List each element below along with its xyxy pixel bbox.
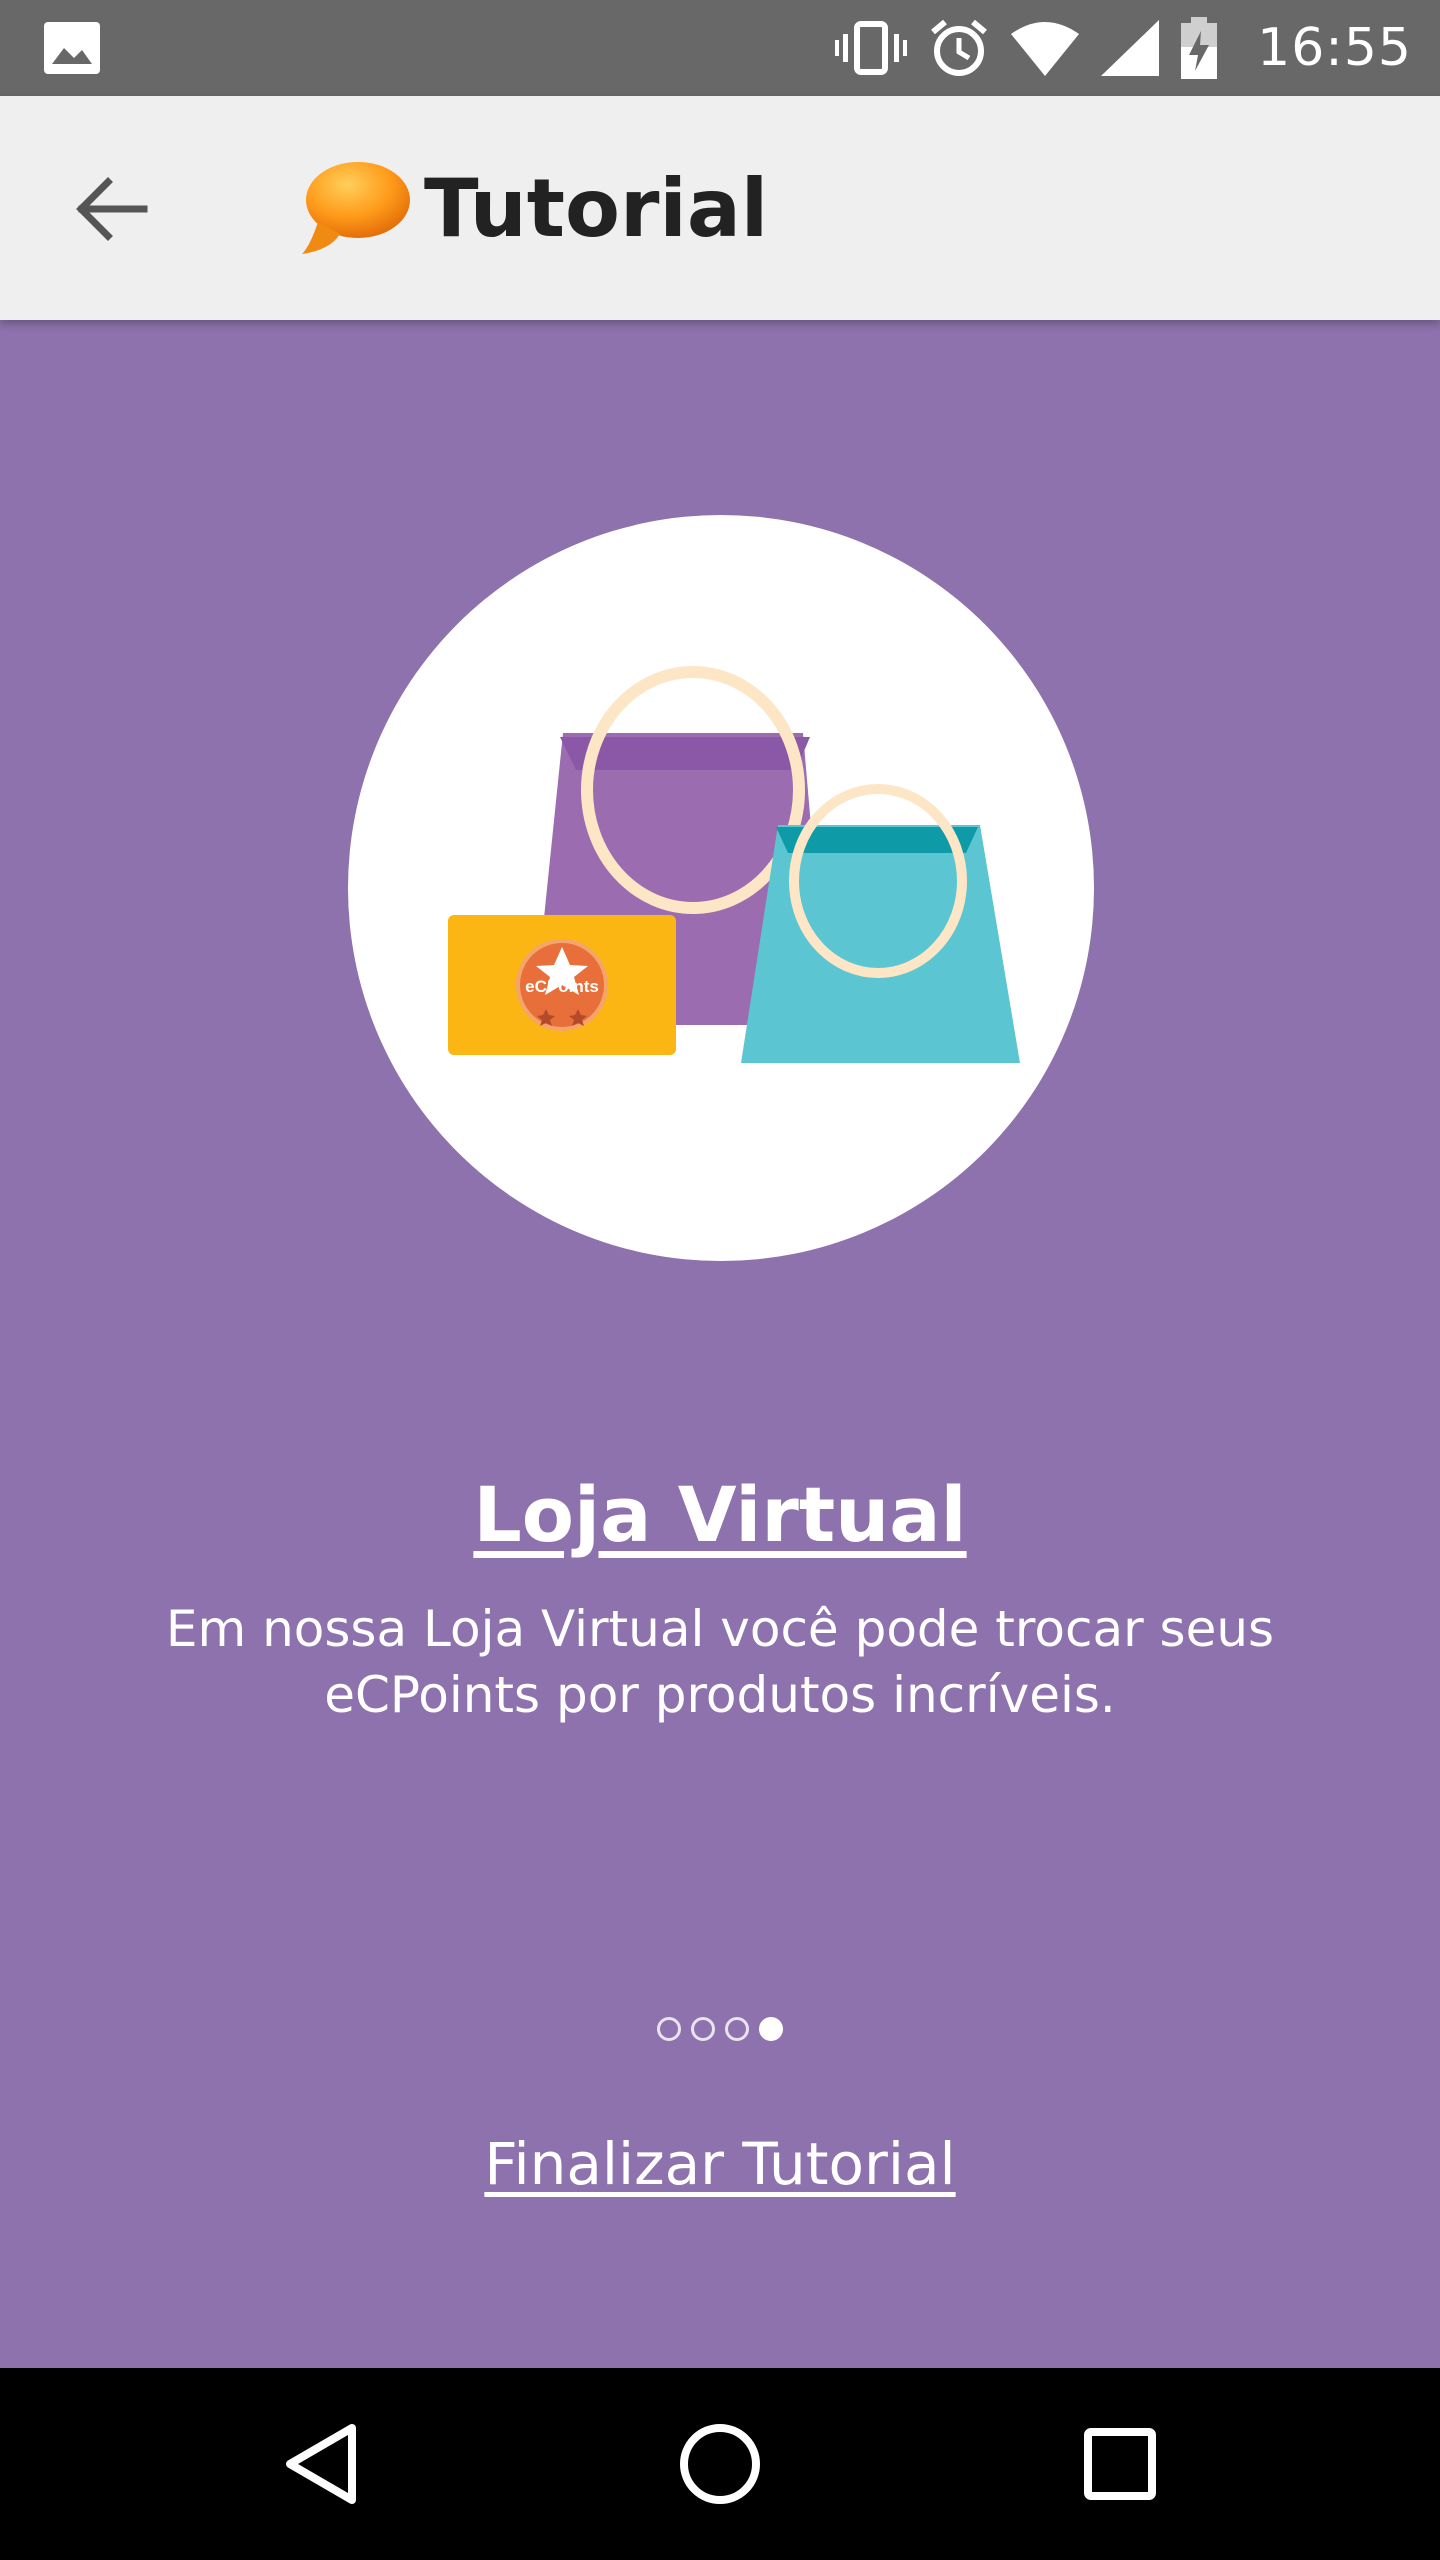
ecpoints-card: eCPoints — [448, 915, 676, 1055]
page-dot-3[interactable] — [725, 2017, 749, 2041]
tutorial-slide: eCPoints Loja Virtual Em nossa Loja Virt… — [0, 320, 1440, 2368]
home-circle-icon[interactable] — [670, 2414, 770, 2514]
page-dot-2[interactable] — [691, 2017, 715, 2041]
speech-bubble-logo — [302, 162, 410, 254]
page-dot-4-active[interactable] — [759, 2017, 783, 2041]
teal-bag — [741, 784, 1020, 1063]
wifi-icon — [1011, 22, 1080, 76]
clock-time: 16:55 — [1257, 18, 1412, 78]
navigation-bar — [0, 2368, 1440, 2560]
ecpoints-badge-text: eCPoints — [525, 977, 599, 996]
recents-square-icon[interactable] — [1070, 2414, 1170, 2514]
page-dot-1[interactable] — [657, 2017, 681, 2041]
battery-charging-icon — [1181, 17, 1218, 79]
arrow-back-icon[interactable] — [74, 176, 148, 242]
slide-description: Em nossa Loja Virtual você pode trocar s… — [165, 1600, 1275, 1724]
alarm-icon — [931, 19, 988, 76]
slide-heading: Loja Virtual — [473, 1470, 967, 1559]
illustration-circle: eCPoints — [348, 515, 1094, 1261]
gallery-icon — [44, 22, 100, 74]
finish-tutorial-link[interactable]: Finalizar Tutorial — [0, 2130, 1440, 2198]
app-bar: Tutorial — [0, 96, 1440, 320]
page-title: Tutorial — [424, 162, 769, 255]
vibrate-icon — [835, 21, 908, 75]
shopping-bags-illustration: eCPoints — [448, 666, 1020, 1063]
back-triangle-icon[interactable] — [272, 2414, 372, 2514]
page-indicator — [0, 2017, 1440, 2041]
signal-icon — [1101, 20, 1160, 76]
status-bar: 16:55 — [0, 0, 1440, 96]
